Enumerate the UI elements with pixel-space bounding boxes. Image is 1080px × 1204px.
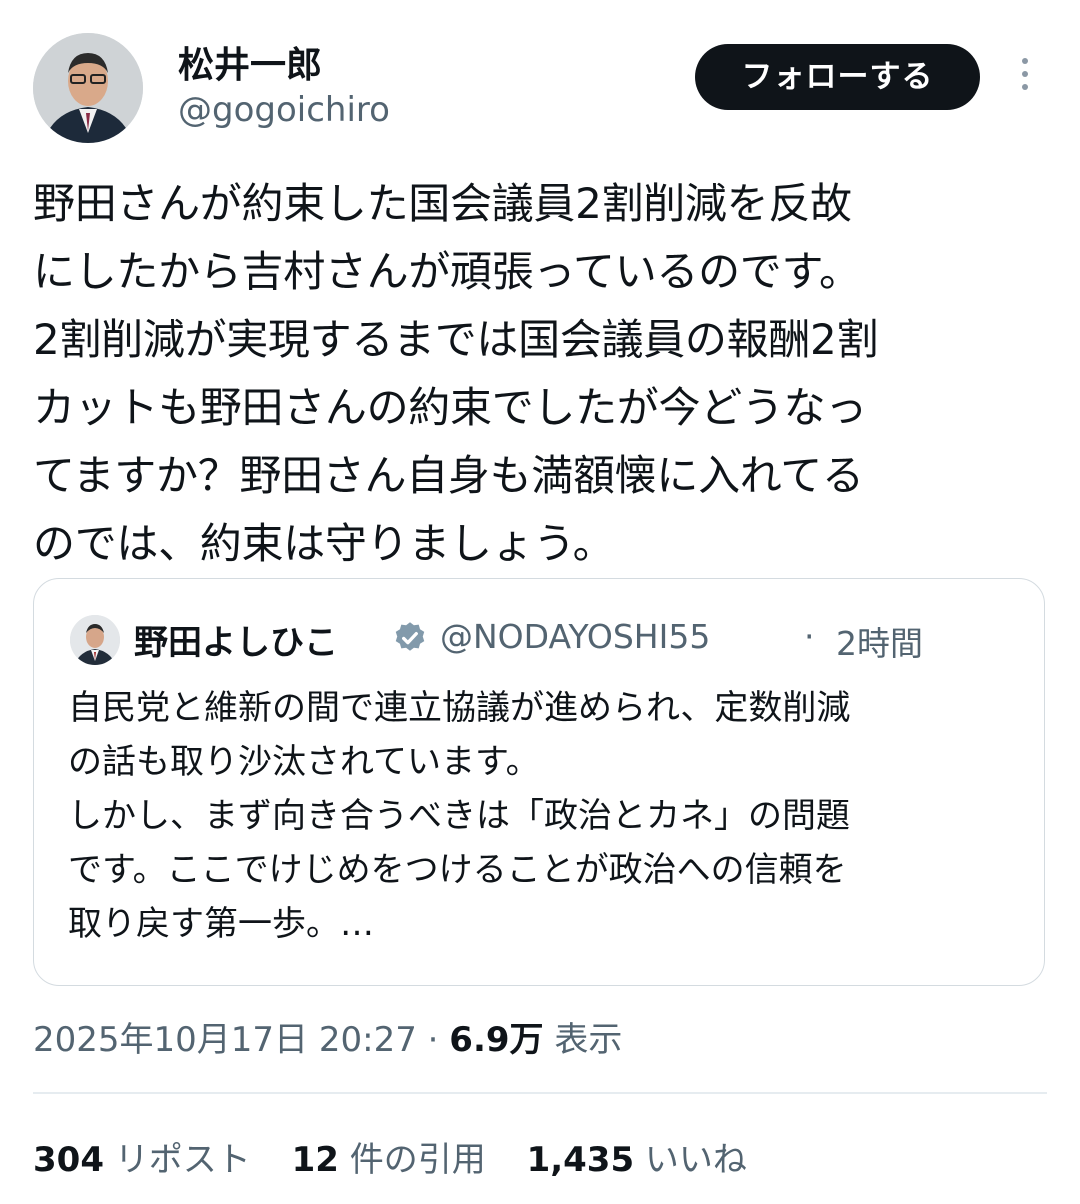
reposts-stat[interactable]: 304 リポスト (33, 1132, 251, 1181)
quoted-author-avatar[interactable] (70, 615, 120, 665)
quotes-stat[interactable]: 12 件の引用 (292, 1132, 486, 1181)
likes-label: いいね (644, 1140, 747, 1180)
tweet-datetime[interactable]: 2025年10月17日 20:27 (33, 1020, 417, 1060)
likes-stat[interactable]: 1,435 いいね (527, 1132, 747, 1181)
reposts-label: リポスト (114, 1140, 251, 1180)
tweet-text: 野田さんが約束した国会議員2割削減を反故 にしたから吉村さんが頑張っているのです… (33, 179, 879, 568)
quoted-tweet[interactable]: 野田よしひこ @NODAYOSHI55 · 2時間 自民党と維新の間で連立協議が… (33, 578, 1045, 986)
quoted-tweet-text: 自民党と維新の間で連立協議が進められ、定数削減 の話も取り沙汰されています。 し… (68, 688, 851, 944)
verified-badge-icon (395, 622, 425, 651)
divider (33, 1092, 1047, 1094)
views-count: 6.9万 (449, 1020, 544, 1060)
more-options-icon[interactable] (1010, 58, 1040, 98)
quoted-author-name[interactable]: 野田よしひこ (134, 615, 338, 664)
quotes-count: 12 (291, 1140, 339, 1180)
author-avatar[interactable] (33, 33, 143, 143)
quoted-separator: · (804, 617, 815, 656)
likes-count: 1,435 (526, 1140, 635, 1180)
author-handle[interactable]: @gogoichiro (178, 90, 390, 130)
quotes-label: 件の引用 (349, 1140, 486, 1180)
tweet-meta: 2025年10月17日 20:27 · 6.9万 表示 (33, 1012, 622, 1061)
engagement-stats: 304 リポスト 12 件の引用 1,435 いいね (33, 1132, 777, 1181)
views-label: 表示 (554, 1020, 623, 1060)
meta-separator: · (427, 1020, 439, 1060)
author-name[interactable]: 松井一郎 (178, 36, 322, 88)
reposts-count: 304 (33, 1140, 104, 1180)
quoted-timestamp[interactable]: 2時間 (836, 617, 923, 665)
follow-button[interactable]: フォローする (695, 44, 980, 110)
quoted-author-handle[interactable]: @NODAYOSHI55 (440, 617, 710, 656)
